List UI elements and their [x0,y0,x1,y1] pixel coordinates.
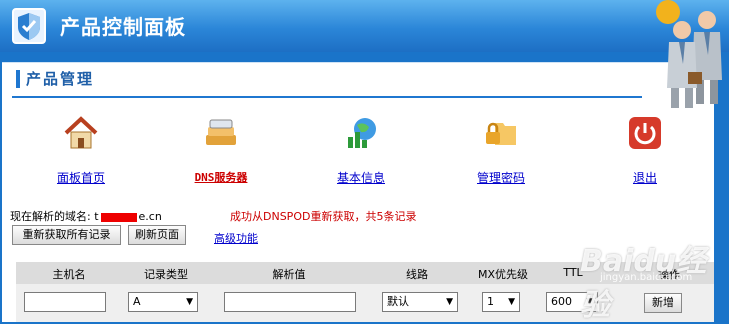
domain-suffix: e.cn [138,210,162,223]
col-mx: MX优先级 [477,268,529,281]
advanced-link[interactable]: 高级功能 [214,230,258,246]
section-marker [16,70,20,88]
server-stack-icon [206,119,236,145]
shield-logo-icon [12,8,46,44]
col-value: 解析值 [272,268,306,281]
dropdown-arrow-icon: ▼ [446,297,453,307]
status-message: 成功从DNSPOD重新获取，共5条记录 [230,210,417,223]
redaction-mark [100,212,137,222]
nav-link-home[interactable]: 面板首页 [26,169,136,186]
business-people-image [656,0,722,108]
nav-link-dns[interactable]: DNS服务器 [166,169,276,185]
col-line: 线路 [406,268,428,281]
refetch-records-button[interactable]: 重新获取所有记录 [12,225,121,245]
header-bar: 产品控制面板 [0,0,729,52]
nav-item-logout[interactable]: 退出 [590,115,700,186]
nav-item-home[interactable]: 面板首页 [26,115,136,186]
host-input[interactable] [24,292,106,312]
col-host: 主机名 [52,268,86,281]
ttl-value: 600 [551,295,572,308]
col-type: 记录类型 [144,268,188,281]
nav-item-dns[interactable]: DNS服务器 [166,115,276,185]
refresh-page-button[interactable]: 刷新页面 [128,225,186,245]
dropdown-arrow-icon: ▼ [186,297,193,307]
record-value-input[interactable] [224,292,356,312]
lock-folder-icon [486,122,516,145]
dropdown-arrow-icon: ▼ [508,297,515,307]
power-icon [629,117,661,149]
nav-link-info[interactable]: 基本信息 [306,169,416,186]
current-domain: 现在解析的域名: t e.cn [10,208,162,224]
record-type-select[interactable]: A ▼ [128,292,198,312]
line-value: 默认 [387,295,409,308]
watermark-url: jingyan.baidu.com [600,272,693,283]
nav-item-password[interactable]: 管理密码 [446,115,556,186]
domain-prefix: 现在解析的域名: t [10,210,99,223]
record-type-value: A [133,295,141,308]
section-title: 产品管理 [26,70,95,88]
mx-value: 1 [487,295,494,308]
home-icon [64,116,98,149]
chart-globe-icon [348,118,376,148]
nav-link-password[interactable]: 管理密码 [446,169,556,186]
divider [12,96,642,98]
nav-item-info[interactable]: 基本信息 [306,115,416,186]
app-title: 产品控制面板 [60,15,186,39]
nav-link-logout[interactable]: 退出 [590,169,700,186]
mx-priority-select[interactable]: 1 ▼ [482,292,520,312]
line-select[interactable]: 默认 ▼ [382,292,458,312]
